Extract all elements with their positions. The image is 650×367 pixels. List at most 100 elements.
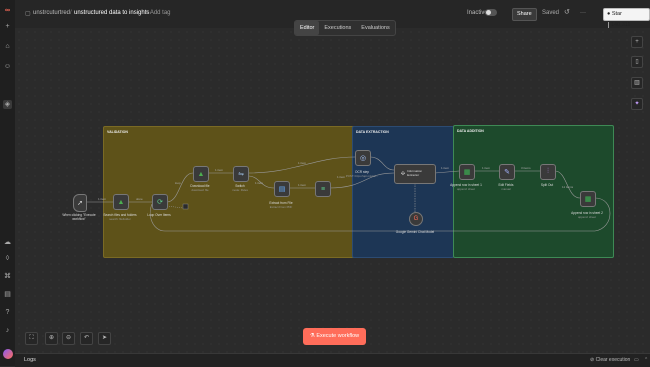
globe-icon: ◎ <box>359 155 367 162</box>
saved-status: Saved <box>542 10 560 16</box>
node-edit-fields[interactable]: ✎ <box>499 164 515 180</box>
split-icon: ⫶ <box>547 168 549 175</box>
node-search-files[interactable]: ▲ <box>113 194 129 210</box>
logs-panel[interactable]: Logs ⊘ Clear execution ▭ ⌃ <box>15 353 650 367</box>
node-edit-label: Edit Fields manual <box>498 183 514 191</box>
undo-icon[interactable]: ↶ <box>80 332 93 345</box>
logs-label: Logs <box>24 357 36 363</box>
edge-ocr-extractor <box>369 156 395 171</box>
github-star-button[interactable]: ● Star 140,311 <box>603 8 650 28</box>
node-extract-label: Extract from File Extract From PDF <box>269 201 293 209</box>
edge-label-4: 1 item <box>215 168 224 172</box>
google-drive-icon: ▲ <box>117 198 125 206</box>
tab-executions[interactable]: Executions <box>319 21 356 35</box>
add-node-icon[interactable]: + <box>631 36 643 48</box>
tab-evaluations[interactable]: Evaluations <box>356 21 394 35</box>
node-search-label: Search files and folders search: fileFold… <box>103 213 137 221</box>
edge-extractor-append1 <box>434 170 460 174</box>
node-extract-from-file[interactable]: ▤ <box>274 181 290 197</box>
add-icon[interactable]: + <box>3 22 12 31</box>
home-icon[interactable]: ⌂ <box>3 42 12 51</box>
execute-workflow-button[interactable]: ⚗ Execute workflow <box>303 328 366 345</box>
node-filter[interactable]: ≡ <box>315 181 331 197</box>
pointer-icon: ➚ <box>77 200 83 207</box>
edge-append2-loop <box>149 197 611 232</box>
node-gemini-label: Google Gemini Chat Model <box>395 230 435 234</box>
node-ocr-step[interactable]: ◎ <box>355 150 371 166</box>
flask-icon: ⚗ <box>309 333 315 339</box>
node-information-extractor[interactable]: ✣ Information Extractor <box>394 164 436 184</box>
gemini-icon: G <box>413 216 419 222</box>
edge-label-7: 1 item <box>298 183 307 187</box>
edge-label-2: done <box>136 197 143 201</box>
workflow-title[interactable]: unstructured data to insights <box>74 10 149 16</box>
add-connection-handle[interactable] <box>182 203 189 210</box>
node-append2-label: Append row in sheet 2 append: sheet <box>571 211 603 219</box>
sheets-icon: ▦ <box>584 196 592 203</box>
node-ocr-label: OCR step POST: https://api.mistral... <box>345 170 379 178</box>
help-icon[interactable]: ? <box>3 308 12 317</box>
view-tabs: Editor Executions Evaluations <box>294 20 396 36</box>
variables-icon[interactable]: ⌘ <box>3 272 12 281</box>
chevron-up-icon[interactable]: ⌃ <box>644 357 648 363</box>
n8n-logo-icon[interactable]: ∞ <box>3 6 12 15</box>
share-button[interactable]: Share <box>512 8 537 21</box>
select-pointer-icon[interactable]: ➤ <box>98 332 111 345</box>
notes-icon[interactable]: ▥ <box>631 77 643 89</box>
extractor-icon: ✣ <box>400 171 406 177</box>
node-loop-over-items[interactable]: ⟳ <box>152 194 168 210</box>
shield-icon[interactable]: ◊ <box>3 254 12 263</box>
chart-icon[interactable]: ▤ <box>3 290 12 299</box>
history-icon[interactable]: ↺ <box>564 8 570 16</box>
pdf-icon: ▤ <box>278 186 286 193</box>
filter-icon: ≡ <box>320 185 326 193</box>
fit-view-icon[interactable]: ⛶ <box>25 332 38 345</box>
node-download-file[interactable]: ▲ <box>193 166 209 182</box>
node-trigger-label: When clicking "Execute workflow" <box>62 213 96 221</box>
user-icon[interactable]: ☺ <box>3 62 12 71</box>
edit-icon: ✎ <box>504 169 510 176</box>
templates-icon[interactable]: ▯ <box>631 56 643 68</box>
edge-label-1: 1 item <box>98 197 107 201</box>
bell-icon[interactable]: ♪ <box>3 326 12 335</box>
node-split-label: Split Out <box>540 183 554 187</box>
breadcrumb-separator: / <box>70 10 72 16</box>
left-sidebar: ∞ + ⌂ ☺ ◈ ☁ ◊ ⌘ ▤ ? ♪ <box>0 0 16 366</box>
workflow-edges: 1 item done loop 1 item 1 item 1 item 1 … <box>86 156 611 232</box>
active-toggle[interactable] <box>485 9 497 16</box>
node-gemini-model[interactable]: G <box>409 212 423 226</box>
zoom-out-icon[interactable]: ⊖ <box>62 332 75 345</box>
cloud-icon[interactable]: ☁ <box>3 238 12 247</box>
node-loop-label: Loop Over Items <box>147 213 171 217</box>
expand-logs-icon[interactable]: ▭ <box>634 357 639 363</box>
node-switch[interactable]: ⇋ <box>233 166 249 182</box>
node-switch-label: Switch mode: Rules <box>232 184 248 192</box>
edge-label-9: 1 item <box>441 166 450 170</box>
switch-icon: ⇋ <box>238 171 244 178</box>
edge-label-10: 1 item <box>482 166 491 170</box>
avatar[interactable] <box>3 349 13 359</box>
workspace-icon: ▢ <box>25 11 31 17</box>
edge-label-6: 1 item <box>298 161 307 165</box>
add-tag-link[interactable]: + Add tag <box>145 10 171 16</box>
more-menu-icon[interactable]: ··· <box>580 10 586 16</box>
workspace-name[interactable]: unstrcuturtred <box>33 10 70 16</box>
node-split-out[interactable]: ⫶ <box>540 164 556 180</box>
zoom-in-icon[interactable]: ⊕ <box>45 332 58 345</box>
clear-execution-button[interactable]: ⊘ Clear execution <box>590 357 630 363</box>
node-download-label: Download file download: file <box>190 184 210 192</box>
clear-icon: ⊘ <box>590 357 595 363</box>
google-drive-icon: ▲ <box>197 170 205 178</box>
star-label: Star <box>611 11 622 17</box>
edge-switch-ocr <box>247 156 356 174</box>
github-icon: ● <box>607 11 611 17</box>
layers-icon[interactable]: ◈ <box>3 100 12 109</box>
node-append1-label: Append row in sheet 1 append: sheet <box>450 183 482 191</box>
sheets-icon: ▦ <box>463 169 471 176</box>
ai-assistant-icon[interactable]: ✦ <box>631 98 643 110</box>
tab-editor[interactable]: Editor <box>295 21 320 35</box>
node-append-sheet-2[interactable]: ▦ <box>580 191 596 207</box>
node-append-sheet-1[interactable]: ▦ <box>459 164 475 180</box>
edge-loop-done <box>166 205 184 209</box>
node-trigger[interactable]: ➚ <box>73 194 87 212</box>
